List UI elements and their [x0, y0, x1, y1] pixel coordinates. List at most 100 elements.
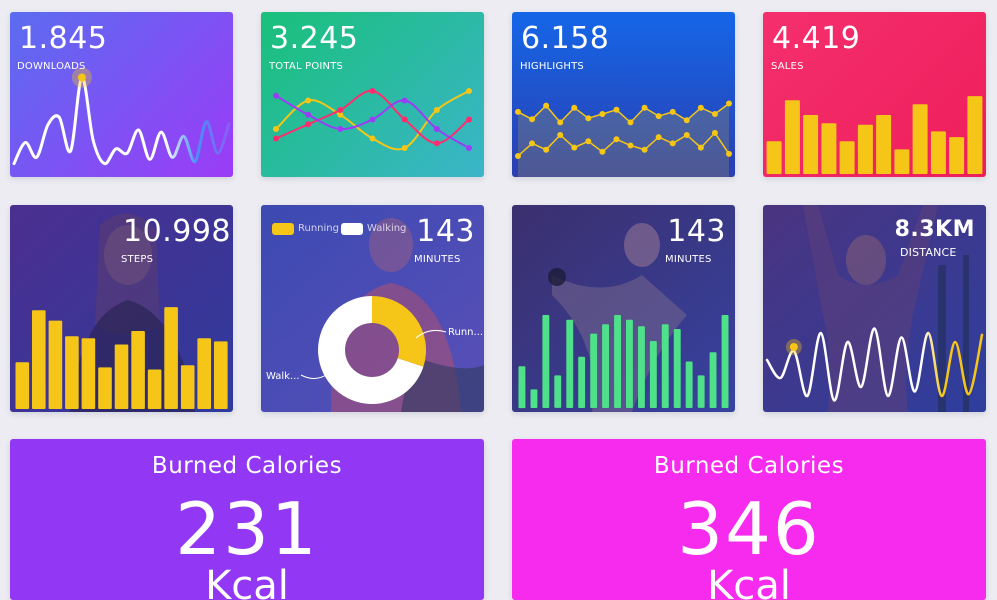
- steps-card[interactable]: 10.998 STEPS: [10, 205, 233, 412]
- downloads-peak-point: [77, 73, 86, 82]
- points-series-1-point-0: [273, 135, 279, 142]
- steps-bar-7: [131, 331, 145, 409]
- highlights-series-1-point-3: [557, 132, 564, 138]
- points-series-2-point-0: [273, 92, 279, 99]
- workout-bar-13: [673, 329, 681, 408]
- highlights-series-0-point-0: [515, 108, 521, 115]
- points-series-1-point-1: [305, 121, 312, 128]
- steps-bar-9: [164, 307, 178, 409]
- workout-bar-10: [638, 326, 645, 408]
- sales-bar-2: [803, 115, 819, 174]
- distance-value: 8.3KM: [894, 217, 975, 242]
- points-series-1-point-3: [369, 88, 376, 94]
- steps-bar-12: [214, 341, 228, 409]
- points-series-2-point-6: [466, 145, 472, 151]
- points-series-0-point-3: [369, 135, 376, 142]
- highlights-series-1-point-6: [599, 148, 606, 155]
- highlights-series-1-point-2: [543, 146, 550, 153]
- highlights-series-0-point-7: [613, 106, 620, 113]
- steps-bar-6: [114, 344, 129, 409]
- burned-calories-card-2[interactable]: Burned Calories 346 Kcal: [512, 439, 986, 600]
- workout-minutes-value: 143: [667, 214, 726, 249]
- workout-bar-14: [685, 361, 693, 408]
- steps-bar-4: [81, 338, 96, 409]
- workout-bar-16: [709, 352, 717, 408]
- donut-label-walking: Walk...: [266, 371, 300, 382]
- sales-bar-0: [766, 141, 782, 174]
- steps-bar-11: [197, 338, 211, 409]
- workout-bar-15: [697, 375, 705, 408]
- sales-bar-8: [912, 104, 928, 174]
- minutes-running-card[interactable]: Running Walking Runn... Walk... 143 MINU…: [261, 205, 484, 412]
- distance-series-line: [765, 327, 984, 402]
- calories-title-1: Burned Calories: [151, 453, 343, 479]
- highlights-series-0-point-6: [599, 111, 606, 117]
- points-series-1-point-6: [466, 116, 472, 123]
- workout-bar-9: [626, 319, 633, 408]
- workout-bar-17: [721, 315, 729, 408]
- highlights-value: 6.158: [521, 21, 610, 56]
- sales-bar-10: [949, 137, 965, 174]
- minutes-value: 143: [416, 214, 475, 249]
- highlights-card[interactable]: 6.158 HIGHLIGHTS: [512, 12, 735, 177]
- points-series-0-point-4: [401, 145, 408, 151]
- highlights-series-0-point-9: [641, 104, 648, 111]
- workout-bar-11: [649, 341, 657, 408]
- steps-bar-0: [15, 362, 30, 409]
- sales-bar-7: [894, 149, 910, 174]
- highlights-series-1-point-12: [683, 132, 690, 138]
- points-series-0-point-5: [433, 107, 440, 113]
- sales-bar-5: [857, 124, 873, 174]
- total-points-card[interactable]: 3.245 TOTAL POINTS: [261, 12, 484, 177]
- downloads-series-line: [12, 75, 231, 166]
- total-points-value: 3.245: [270, 21, 359, 56]
- sales-card[interactable]: 4.419 SALES: [763, 12, 986, 177]
- highlights-series-0-point-12: [683, 117, 690, 124]
- points-series-0-point-0: [273, 126, 279, 132]
- sales-bar-11: [967, 96, 983, 174]
- highlights-series-0-point-13: [697, 104, 704, 111]
- downloads-value: 1.845: [19, 21, 108, 56]
- workout-bar-2: [542, 315, 550, 408]
- highlights-series-1-point-7: [613, 136, 620, 143]
- highlights-label: HIGHLIGHTS: [520, 61, 584, 72]
- points-series-2-point-1: [305, 111, 312, 118]
- workout-bar-5: [578, 356, 586, 408]
- calories-unit-2: Kcal: [707, 563, 791, 600]
- calories-unit-1: Kcal: [205, 563, 289, 600]
- distance-card[interactable]: 8.3KM DISTANCE: [763, 205, 986, 412]
- highlights-series-0-point-2: [543, 102, 550, 109]
- highlights-area: [518, 103, 729, 177]
- workout-bar-7: [602, 324, 609, 408]
- points-series-2-point-2: [337, 126, 344, 132]
- downloads-card[interactable]: 1.845 DOWNLOADS: [10, 12, 233, 177]
- donut-slice-running: [372, 296, 427, 367]
- burned-calories-card-1[interactable]: Burned Calories 231 Kcal: [10, 439, 484, 600]
- minutes-workout-card[interactable]: 143 MINUTES: [512, 205, 735, 412]
- highlights-series-0-point-3: [557, 119, 564, 126]
- sales-bar-6: [876, 115, 892, 174]
- workout-bar-6: [590, 333, 598, 408]
- points-series-2-point-5: [433, 126, 440, 132]
- sales-bar-1: [784, 100, 800, 174]
- sales-bar-4: [839, 141, 855, 174]
- steps-bar-1: [32, 310, 46, 409]
- highlights-series-1-point-9: [641, 146, 648, 153]
- distance-label: DISTANCE: [900, 246, 957, 259]
- total-points-label: TOTAL POINTS: [269, 61, 344, 72]
- highlights-series-1-point-4: [571, 144, 578, 151]
- points-series-2-point-4: [401, 97, 408, 104]
- highlights-series-0-point-8: [627, 119, 634, 126]
- steps-bar-10: [180, 365, 195, 409]
- highlights-series-1-point-15: [726, 150, 732, 157]
- sales-bar-3: [821, 123, 837, 174]
- steps-label: STEPS: [121, 254, 154, 265]
- highlights-series-0-point-10: [655, 113, 662, 120]
- workout-minutes-label: MINUTES: [665, 254, 712, 265]
- calories-value-2: 346: [677, 487, 821, 571]
- steps-bar-3: [65, 336, 79, 409]
- points-series-0-point-6: [466, 88, 472, 94]
- points-series-1-point-4: [401, 116, 408, 123]
- points-series-2-point-3: [369, 116, 376, 123]
- distance-marker-point: [789, 343, 798, 351]
